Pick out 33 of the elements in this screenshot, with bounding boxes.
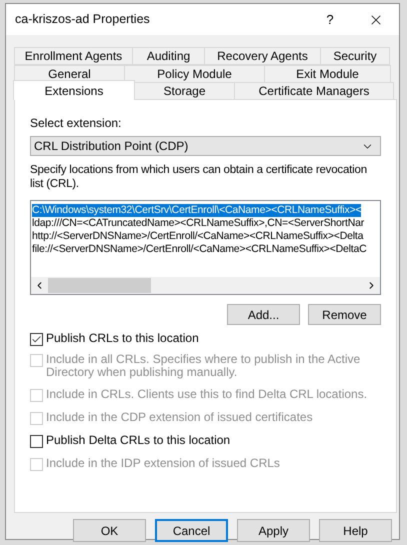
tab[interactable]: Auditing <box>132 47 205 65</box>
tab[interactable]: Policy Module <box>124 65 265 83</box>
checkbox-label: Include in CRLs. Clients use this to find Delta CRL locations. <box>46 388 368 401</box>
tab[interactable]: Enrollment Agents <box>14 47 133 65</box>
extension-dropdown[interactable]: CRL Distribution Point (CDP) <box>30 136 381 156</box>
tab[interactable]: Security <box>320 47 390 65</box>
tab[interactable]: Extensions <box>13 80 135 100</box>
location-button[interactable]: Add... <box>227 304 300 325</box>
checkbox-label: Include in the IDP extension of issued CRLs <box>46 457 280 470</box>
location-item[interactable]: C:\Windows\system32\CertSrv\CertEnroll\<CaName><CRLNameSuffix>< <box>32 204 362 217</box>
window-title: ca-kriszos-ad Properties <box>15 11 151 28</box>
locations-listbox[interactable] <box>30 200 381 295</box>
dialog-button[interactable]: Apply <box>237 519 310 542</box>
horizontal-scrollbar[interactable] <box>31 277 380 294</box>
scrollbar-thumb[interactable] <box>48 278 151 293</box>
checkbox-label: Include in the CDP extension of issued certificates <box>46 411 313 424</box>
location-item[interactable]: file://<ServerDNSName>/CertEnroll/<CaName><CRLNameSuffix><DeltaC <box>32 243 367 256</box>
tab[interactable]: Recovery Agents <box>204 47 321 65</box>
checkbox[interactable] <box>30 333 43 346</box>
help-button[interactable]: ? <box>307 4 353 35</box>
dialog-button[interactable]: Help <box>319 519 392 542</box>
checkbox-label: Include in all CRLs. Specifies where to publish in the Active Directory when publishing manually. <box>46 353 362 379</box>
dialog-button[interactable]: Cancel <box>155 519 228 542</box>
select-label: Select extension: <box>30 115 122 132</box>
tab[interactable]: Exit Module <box>264 65 391 83</box>
checkbox-label: Publish CRLs to this location <box>46 332 199 345</box>
location-button[interactable]: Remove <box>308 304 381 325</box>
locations-description: Specify locations from which users can obtain a certificate revocation list (CRL). <box>30 163 368 191</box>
checkbox[interactable] <box>30 435 43 448</box>
location-item[interactable]: http://<ServerDNSName>/CertEnroll/<CaName><CRLNameSuffix><Delta <box>32 230 364 243</box>
checkbox-label: Publish Delta CRLs to this location <box>46 434 230 447</box>
location-item[interactable]: ldap:///CN=<CATruncatedName><CRLNameSuffix>,CN=<ServerShortNar <box>32 217 364 230</box>
dialog-button[interactable]: OK <box>73 519 146 542</box>
